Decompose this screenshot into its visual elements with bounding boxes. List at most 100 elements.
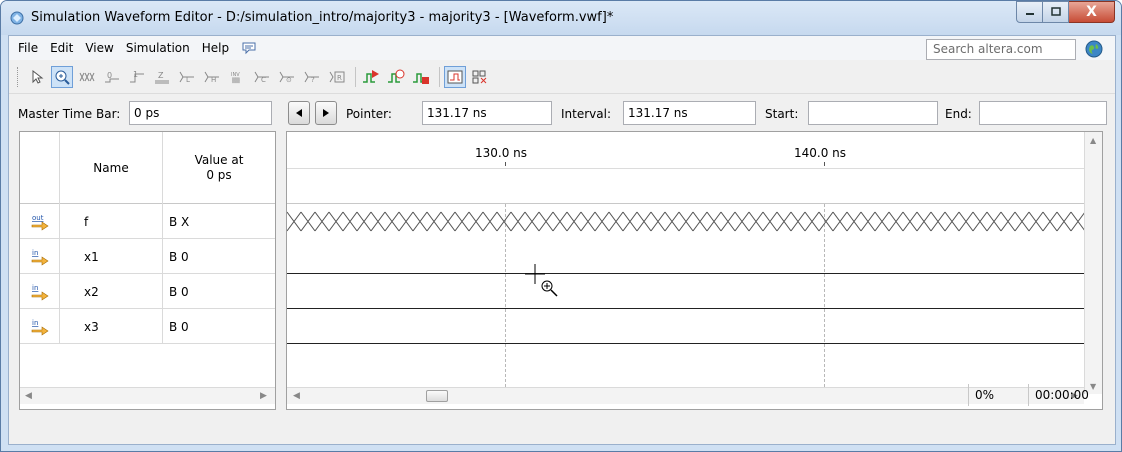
ruler-label-140ns: 140.0 ns <box>794 146 847 160</box>
menu-view[interactable]: View <box>79 36 119 60</box>
minimize-icon <box>1025 13 1034 15</box>
start-field[interactable] <box>808 101 938 125</box>
pointer-label: Pointer: <box>346 107 392 121</box>
invert-icon[interactable]: INV ▒▒ <box>226 66 248 88</box>
low-level-line <box>287 343 1084 344</box>
simulation-waveform-editor-window: Simulation Waveform Editor - D:/simulati… <box>0 0 1122 452</box>
master-time-bar-field[interactable]: 0 ps <box>129 101 272 125</box>
unknown-value-waveform <box>287 204 1084 239</box>
next-transition-button[interactable] <box>315 101 337 125</box>
weak-low-icon[interactable]: L <box>176 66 198 88</box>
high-impedance-icon[interactable]: Z <box>151 66 173 88</box>
signal-list-panel: Name Value at 0 ps out f B X in x1 B 0 i… <box>19 131 276 410</box>
minimize-button[interactable] <box>1016 1 1043 23</box>
time-ruler[interactable]: 130.0 ns 140.0 ns <box>287 132 1084 204</box>
svg-text:in: in <box>32 284 38 292</box>
signal-value: B 0 <box>169 319 189 334</box>
svg-text:⊙: ⊙ <box>286 76 292 84</box>
end-label: End: <box>945 107 972 121</box>
signal-row-f[interactable]: out f B X <box>20 204 275 239</box>
close-button[interactable]: X <box>1069 1 1115 23</box>
input-pin-icon: in <box>20 239 60 274</box>
weak-high-icon[interactable]: H <box>201 66 223 88</box>
time-bar: Master Time Bar: 0 ps Pointer: 131.17 ns… <box>9 93 1115 133</box>
signal-value: B 0 <box>169 249 189 264</box>
svg-text:R: R <box>337 74 342 82</box>
output-pin-icon: out <box>20 204 60 239</box>
menu-bar: File Edit View Simulation Help Search al… <box>9 36 1115 60</box>
waveform-panel[interactable]: 130.0 ns 140.0 ns ▲ ▼ ◀ ▶ <box>286 131 1103 410</box>
waveform-x1[interactable] <box>287 239 1084 274</box>
random-value-icon[interactable]: R <box>326 66 348 88</box>
svg-text:C: C <box>261 76 266 84</box>
dir-column-header <box>20 132 60 204</box>
force-low-icon[interactable]: 0 <box>101 66 123 88</box>
ruler-divider <box>287 168 1084 169</box>
maximize-button[interactable] <box>1043 1 1069 23</box>
input-pin-icon: in <box>20 309 60 344</box>
zoom-icon[interactable] <box>51 66 73 88</box>
status-bar: 0% 00:00:00 <box>8 379 1114 409</box>
pointer-field[interactable]: 131.17 ns <box>422 101 552 125</box>
svg-text:Z: Z <box>158 71 164 80</box>
prev-transition-button[interactable] <box>288 101 310 125</box>
signal-value: B X <box>169 214 190 229</box>
uninitialized-icon[interactable] <box>76 66 98 88</box>
name-column-header[interactable]: Name <box>60 132 163 204</box>
menu-simulation[interactable]: Simulation <box>120 36 196 60</box>
menu-edit[interactable]: Edit <box>44 36 79 60</box>
elapsed-time: 00:00:00 <box>1028 384 1095 406</box>
force-high-icon[interactable]: 1 <box>126 66 148 88</box>
run-timing-simulation-icon[interactable] <box>385 66 407 88</box>
waveform-f[interactable] <box>287 204 1084 239</box>
pointer-icon[interactable] <box>26 66 48 88</box>
scroll-up-icon[interactable]: ▲ <box>1090 136 1096 145</box>
signal-value: B 0 <box>169 284 189 299</box>
signal-name: x3 <box>60 309 163 344</box>
input-pin-icon: in <box>20 274 60 309</box>
svg-text:?: ? <box>311 76 315 84</box>
ruler-label-130ns: 130.0 ns <box>475 146 528 160</box>
globe-icon[interactable] <box>1085 40 1103 58</box>
progress-percent: 0% <box>968 384 1000 406</box>
count-value-icon[interactable]: C <box>251 66 273 88</box>
svg-text:L: L <box>186 76 190 84</box>
master-time-bar-label: Master Time Bar: <box>18 107 121 121</box>
toolbar-grip[interactable] <box>17 67 20 87</box>
sort-icon[interactable] <box>469 66 491 88</box>
signal-row-x3[interactable]: in x3 B 0 <box>20 309 275 344</box>
interval-field[interactable]: 131.17 ns <box>623 101 756 125</box>
menu-file[interactable]: File <box>9 36 44 60</box>
waveform-x2[interactable] <box>287 274 1084 309</box>
start-label: Start: <box>765 107 799 121</box>
signal-name: x2 <box>60 274 163 309</box>
toolbar: 0 1 Z L H INV ▒▒ C ⊙ ? R <box>9 61 1115 93</box>
svg-text:in: in <box>32 319 38 327</box>
snap-to-grid-icon[interactable] <box>444 66 466 88</box>
menu-help[interactable]: Help <box>196 36 235 60</box>
waveform-vertical-scrollbar[interactable]: ▲ ▼ <box>1084 132 1102 394</box>
end-field[interactable] <box>979 101 1107 125</box>
arrow-left-icon <box>296 109 302 117</box>
clock-icon[interactable]: ⊙ <box>276 66 298 88</box>
run-functional-simulation-icon[interactable] <box>360 66 382 88</box>
app-icon <box>10 11 24 25</box>
signal-name: f <box>60 204 163 239</box>
signal-row-x1[interactable]: in x1 B 0 <box>20 239 275 274</box>
signal-list-header: Name Value at 0 ps <box>20 132 275 204</box>
toolbar-separator <box>439 67 440 87</box>
maximize-icon <box>1050 7 1061 16</box>
svg-text:in: in <box>32 249 38 257</box>
signal-row-x2[interactable]: in x2 B 0 <box>20 274 275 309</box>
waveform-x3[interactable] <box>287 309 1084 344</box>
arbitrary-value-icon[interactable]: ? <box>301 66 323 88</box>
toolbar-separator <box>355 67 356 87</box>
ruler-tick <box>824 162 825 166</box>
feedback-icon[interactable] <box>241 41 257 55</box>
search-input[interactable]: Search altera.com <box>926 39 1076 60</box>
arrow-right-icon <box>323 109 329 117</box>
title-bar[interactable]: Simulation Waveform Editor - D:/simulati… <box>1 1 1121 35</box>
value-column-header[interactable]: Value at 0 ps <box>163 132 275 204</box>
generate-netlist-icon[interactable] <box>410 66 432 88</box>
svg-text:out: out <box>32 214 44 222</box>
